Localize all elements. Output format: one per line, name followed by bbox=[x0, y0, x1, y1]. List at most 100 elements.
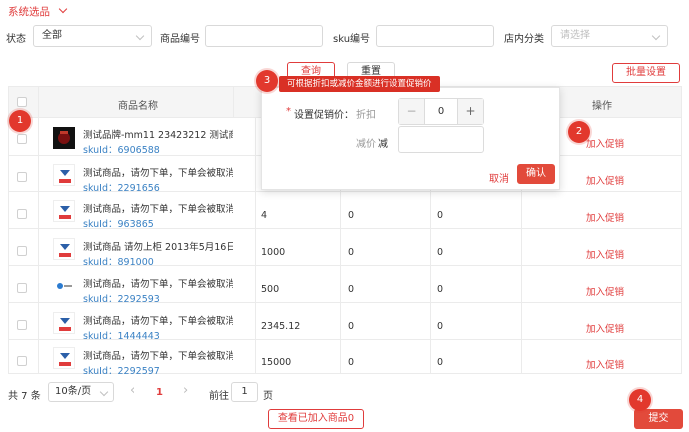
tip-tooltip: 可根据折扣或减价金额进行设置促销价 bbox=[279, 76, 440, 92]
add-promotion-link[interactable]: 加入促销 bbox=[586, 284, 624, 298]
confirm-button[interactable]: 确认 bbox=[517, 164, 555, 184]
reduce-amount-input[interactable] bbox=[398, 126, 484, 153]
row-checkbox[interactable] bbox=[17, 209, 27, 219]
sku-id[interactable]: skuId：2291656 bbox=[83, 180, 160, 194]
product-name: 测试商品，请勿下单，下单会被取消订... bbox=[83, 351, 233, 362]
sku-id[interactable]: skuId：2292593 bbox=[83, 291, 160, 305]
required-mark: * bbox=[286, 106, 291, 117]
popover-label: 设置促销价： bbox=[294, 110, 354, 121]
row-checkbox[interactable] bbox=[17, 283, 27, 293]
column-divider bbox=[38, 86, 39, 373]
value-cell: 0 bbox=[348, 210, 355, 221]
row-checkbox[interactable] bbox=[17, 320, 27, 330]
step-marker-3: 3 bbox=[256, 70, 278, 92]
cancel-button[interactable]: 取消 bbox=[489, 170, 509, 185]
status-select[interactable]: 全部 bbox=[33, 25, 152, 47]
goto-label: 前往 bbox=[209, 391, 229, 402]
product-code-input[interactable] bbox=[205, 25, 323, 47]
category-select[interactable]: 请选择 bbox=[551, 25, 668, 47]
price-cell: 2345.12 bbox=[261, 321, 301, 332]
column-divider bbox=[233, 86, 234, 118]
product-image bbox=[59, 244, 71, 257]
product-name: 测试商品，请勿下单，下单会被取消订... bbox=[83, 279, 233, 290]
discount-stepper[interactable]: − 0 + bbox=[398, 98, 484, 125]
chevron-down-icon bbox=[99, 387, 109, 397]
price-cell: 15000 bbox=[261, 357, 292, 368]
row-checkbox[interactable] bbox=[17, 356, 27, 366]
product-code-label: 商品编号 bbox=[160, 34, 200, 45]
sku-id[interactable]: skuId：891000 bbox=[83, 254, 154, 268]
current-page[interactable]: 1 bbox=[156, 387, 163, 398]
column-divider bbox=[681, 86, 682, 373]
value-cell: 0 bbox=[437, 357, 444, 368]
view-added-products-button[interactable]: 查看已加入商品0 bbox=[268, 409, 364, 429]
product-image bbox=[59, 353, 71, 366]
batch-set-button[interactable]: 批量设置 bbox=[612, 63, 680, 83]
next-page-button[interactable]: › bbox=[183, 383, 188, 398]
price-cell: 1000 bbox=[261, 247, 286, 258]
product-image bbox=[59, 318, 71, 331]
add-promotion-link[interactable]: 加入促销 bbox=[586, 321, 624, 335]
value-cell: 0 bbox=[437, 321, 444, 332]
product-image bbox=[59, 206, 71, 219]
select-all-checkbox[interactable] bbox=[17, 97, 27, 107]
price-cell: 4 bbox=[261, 210, 268, 221]
page-size-select[interactable]: 10条/页 bbox=[48, 382, 114, 402]
add-promotion-link[interactable]: 加入促销 bbox=[586, 136, 624, 150]
chevron-down-icon[interactable] bbox=[58, 4, 68, 14]
reduce-label: 减价 bbox=[356, 139, 376, 150]
category-label: 店内分类 bbox=[504, 34, 544, 45]
step-marker-2: 2 bbox=[568, 121, 590, 143]
goto-suffix: 页 bbox=[263, 391, 273, 402]
sku-code-input[interactable] bbox=[376, 25, 494, 47]
value-cell: 0 bbox=[437, 247, 444, 258]
reduce-unit: 减 bbox=[378, 139, 388, 150]
add-promotion-link[interactable]: 加入促销 bbox=[586, 247, 624, 261]
column-header-name: 商品名称 bbox=[118, 101, 158, 112]
product-thumbnail bbox=[53, 200, 75, 222]
product-thumbnail bbox=[53, 164, 75, 186]
submit-button[interactable]: 提交 bbox=[634, 409, 683, 429]
sku-id[interactable]: skuId：1444443 bbox=[83, 328, 160, 342]
step-marker-4: 4 bbox=[629, 389, 651, 411]
pagination-total: 共 7 条 bbox=[8, 391, 41, 402]
sku-id[interactable]: skuId：963865 bbox=[83, 216, 154, 230]
row-checkbox[interactable] bbox=[17, 134, 27, 144]
product-name: 测试商品，请勿下单，下单会被取消订... bbox=[83, 316, 233, 327]
column-header-action: 操作 bbox=[592, 101, 612, 112]
value-cell: 0 bbox=[348, 247, 355, 258]
column-divider bbox=[255, 118, 256, 373]
stepper-plus-button[interactable]: + bbox=[457, 99, 483, 124]
value-cell: 0 bbox=[437, 210, 444, 221]
value-cell: 0 bbox=[348, 284, 355, 295]
add-promotion-link[interactable]: 加入促销 bbox=[586, 173, 624, 187]
value-cell: 0 bbox=[437, 284, 444, 295]
category-placeholder: 请选择 bbox=[560, 30, 590, 41]
prev-page-button[interactable]: ‹ bbox=[130, 383, 135, 398]
product-name: 测试商品，请勿下单，下单会被取消订... bbox=[83, 204, 233, 215]
step-marker-1: 1 bbox=[9, 110, 31, 132]
discount-label: 折扣 bbox=[356, 110, 376, 121]
page-title[interactable]: 系统选品 bbox=[8, 4, 50, 19]
product-thumbnail bbox=[53, 238, 75, 260]
row-checkbox[interactable] bbox=[17, 246, 27, 256]
stepper-minus-button[interactable]: − bbox=[399, 99, 425, 124]
sku-id[interactable]: skuId：6906588 bbox=[83, 142, 160, 156]
status-label: 状态 bbox=[6, 34, 26, 45]
goto-page-value: 1 bbox=[241, 386, 248, 397]
add-promotion-link[interactable]: 加入促销 bbox=[586, 357, 624, 371]
sku-code-label: sku编号 bbox=[333, 34, 371, 45]
goto-page-input[interactable]: 1 bbox=[231, 382, 258, 402]
status-select-value: 全部 bbox=[42, 30, 62, 41]
tip-text: 可根据折扣或减价金额进行设置促销价 bbox=[287, 79, 432, 89]
page-size-value: 10条/页 bbox=[55, 386, 92, 397]
product-image bbox=[58, 131, 70, 144]
sku-id[interactable]: skuId：2292597 bbox=[83, 363, 160, 377]
value-cell: 0 bbox=[348, 357, 355, 368]
chevron-down-icon bbox=[651, 31, 661, 41]
add-promotion-link[interactable]: 加入促销 bbox=[586, 210, 624, 224]
row-checkbox[interactable] bbox=[17, 172, 27, 182]
value-cell: 0 bbox=[348, 321, 355, 332]
stepper-value[interactable]: 0 bbox=[425, 99, 457, 124]
column-divider bbox=[8, 86, 9, 373]
